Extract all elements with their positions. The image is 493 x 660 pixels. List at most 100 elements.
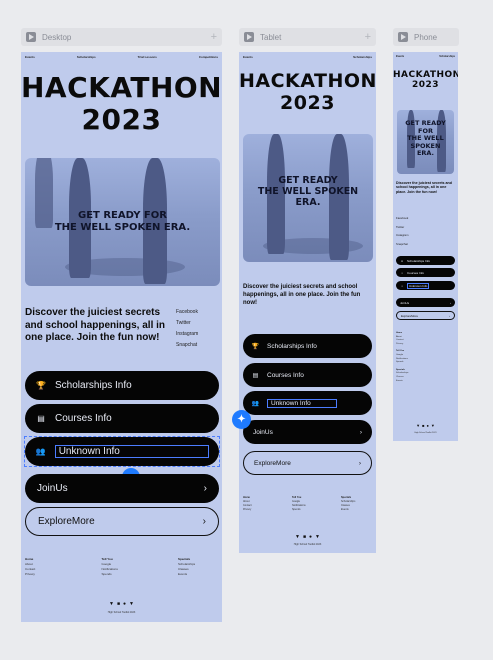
phone-frame: Events Scholarships HACKATHON 2023 GET R… xyxy=(393,52,458,441)
page-title: HACKATHON 2023 xyxy=(21,71,222,136)
unknown-button[interactable]: ▪ Unknown Info xyxy=(396,281,455,290)
footer-col-home: Home About Contact Privacy xyxy=(25,557,36,576)
button-label: Courses Info xyxy=(407,270,425,275)
intro-text: Discover the juiciest secrets and school… xyxy=(396,181,452,194)
social-icons: ▼ ■ ● ▼ xyxy=(21,601,222,607)
courses-button[interactable]: ▪ Courses Info xyxy=(396,268,455,277)
hero-headline: GET READY FOR THE WELL SPOKEN ERA. xyxy=(54,210,191,233)
frame-tab-desktop[interactable]: Desktop + xyxy=(21,28,222,46)
link-facebook[interactable]: Facebook xyxy=(396,214,408,223)
hero-headline: GET READY FOR THE WELL SPOKEN ERA. xyxy=(405,119,446,157)
frame-tab-phone[interactable]: Phone xyxy=(393,28,459,46)
trophy-icon: 🏆 xyxy=(251,343,260,350)
button-label: ExploreMore xyxy=(254,459,291,467)
nav-item-trial-lessons[interactable]: Trial Lessons xyxy=(138,55,157,59)
chevron-right-icon: › xyxy=(359,428,362,436)
nav-item-competitions[interactable]: Competitions xyxy=(199,55,218,59)
footer-col-specials: Specials Scholarships Classes Events xyxy=(396,368,409,382)
explore-more-button[interactable]: ExploreMore › xyxy=(243,451,372,475)
footer: Home About Contact Privacy Tell You Goog… xyxy=(25,557,218,577)
link-snapchat[interactable]: Snapchat xyxy=(396,240,408,249)
camera-icon[interactable]: ■ xyxy=(422,423,424,428)
add-icon[interactable]: + xyxy=(365,31,371,43)
footer-col-home: Home About Contact Privacy xyxy=(243,496,252,511)
chevron-right-icon: › xyxy=(358,459,361,467)
nav-item-scholarships[interactable]: Scholarships xyxy=(77,55,96,59)
page-title: HACKATHON 2023 xyxy=(239,70,376,114)
button-label: Courses Info xyxy=(267,371,304,379)
link-twitter[interactable]: Twitter xyxy=(176,318,198,329)
pin-icon[interactable]: ▼ xyxy=(431,423,435,428)
frame-label: Tablet xyxy=(260,32,282,42)
button-label: JoinUs xyxy=(253,428,273,436)
bird-icon[interactable]: ▼ xyxy=(109,601,114,607)
top-nav: Events Scholarships xyxy=(396,55,455,58)
button-label: JoinUs xyxy=(400,300,410,305)
selection-outline xyxy=(24,436,220,467)
frame-label: Phone xyxy=(414,32,438,42)
nav-item-scholarships[interactable]: Scholarships xyxy=(439,55,455,58)
explore-more-button[interactable]: ExploreMore › xyxy=(25,507,219,536)
link-facebook[interactable]: Facebook xyxy=(176,307,198,318)
courses-button[interactable]: ▤ Courses Info xyxy=(25,404,219,433)
chevron-right-icon: › xyxy=(202,516,206,527)
copyright: High School Toolkit 2023 xyxy=(414,432,437,434)
unknown-button[interactable]: 👥 Unknown Info xyxy=(243,391,372,415)
book-icon: ▪ xyxy=(401,270,403,275)
nav-item-events[interactable]: Events xyxy=(25,55,35,59)
footer-col-specials: Specials Scholarships Classes Events xyxy=(341,496,356,511)
social-links: Facebook Twitter Instagram Snapchat xyxy=(396,214,408,248)
frame-icon xyxy=(26,32,36,42)
frame-tab-tablet[interactable]: Tablet + xyxy=(239,28,376,46)
join-us-button[interactable]: JoinUs › xyxy=(396,298,455,307)
button-label: ExploreMore xyxy=(401,313,419,318)
pin-icon[interactable]: ▼ xyxy=(129,601,134,607)
footer-col-specials: Specials Scholarships Classes Events xyxy=(178,557,196,576)
people-icon: 👥 xyxy=(251,400,260,407)
chevron-right-icon: › xyxy=(203,483,207,494)
book-icon: ▤ xyxy=(37,414,45,423)
page-title: HACKATHON 2023 xyxy=(393,70,458,90)
link-snapchat[interactable]: Snapchat xyxy=(176,340,198,351)
link-instagram[interactable]: Instagram xyxy=(396,231,408,240)
button-label: Unknown Info xyxy=(407,282,430,289)
join-us-button[interactable]: JoinUs › xyxy=(25,474,219,503)
explore-more-button[interactable]: ExploreMore › xyxy=(396,311,455,320)
pin-icon[interactable]: ▼ xyxy=(315,534,320,540)
courses-button[interactable]: ▤ Courses Info xyxy=(243,363,372,387)
chevron-right-icon: › xyxy=(450,300,451,305)
link-twitter[interactable]: Twitter xyxy=(396,223,408,232)
sparkle-icon[interactable]: ✦ xyxy=(232,410,251,429)
link-instagram[interactable]: Instagram xyxy=(176,329,198,340)
top-nav: Events Scholarships xyxy=(243,55,372,59)
copyright: High School Toolkit 2023 xyxy=(107,611,136,614)
scholarships-button[interactable]: 🏆 Scholarships Info xyxy=(243,334,372,358)
hero-image: GET READY FOR THE WELL SPOKEN ERA. xyxy=(397,110,454,174)
play-icon[interactable]: ● xyxy=(427,423,429,428)
hero-headline: GET READY THE WELL SPOKEN ERA. xyxy=(257,175,359,208)
play-icon[interactable]: ● xyxy=(123,601,126,607)
join-us-button[interactable]: JoinUs › xyxy=(243,420,372,444)
bird-icon[interactable]: ▼ xyxy=(295,534,300,540)
desktop-frame: Events Scholarships Trial Lessons Compet… xyxy=(21,52,222,622)
scholarships-button[interactable]: ♦ Scholarships Info xyxy=(396,256,455,265)
button-label: Courses Info xyxy=(55,413,112,424)
camera-icon[interactable]: ■ xyxy=(303,534,306,540)
button-label: ExploreMore xyxy=(38,516,95,527)
play-icon[interactable]: ● xyxy=(309,534,312,540)
scholarships-button[interactable]: 🏆 Scholarships Info xyxy=(25,371,219,400)
bird-icon[interactable]: ▼ xyxy=(416,423,420,428)
social-icons: ▼ ■ ● ▼ xyxy=(239,534,376,540)
intro-text: Discover the juiciest secrets and school… xyxy=(25,307,166,343)
copyright: High School Toolkit 2023 xyxy=(293,543,322,546)
nav-item-events[interactable]: Events xyxy=(243,55,253,59)
footer-col-home: Home About Contact Privacy xyxy=(396,332,404,345)
nav-item-scholarships[interactable]: Scholarships xyxy=(353,55,372,59)
people-icon: ▪ xyxy=(401,283,403,288)
camera-icon[interactable]: ■ xyxy=(117,601,120,607)
nav-item-events[interactable]: Events xyxy=(396,55,404,58)
trophy-icon: 🏆 xyxy=(36,381,46,390)
social-icons: ▼ ■ ● ▼ xyxy=(393,423,458,428)
frame-icon xyxy=(244,32,254,42)
add-icon[interactable]: + xyxy=(211,31,217,43)
